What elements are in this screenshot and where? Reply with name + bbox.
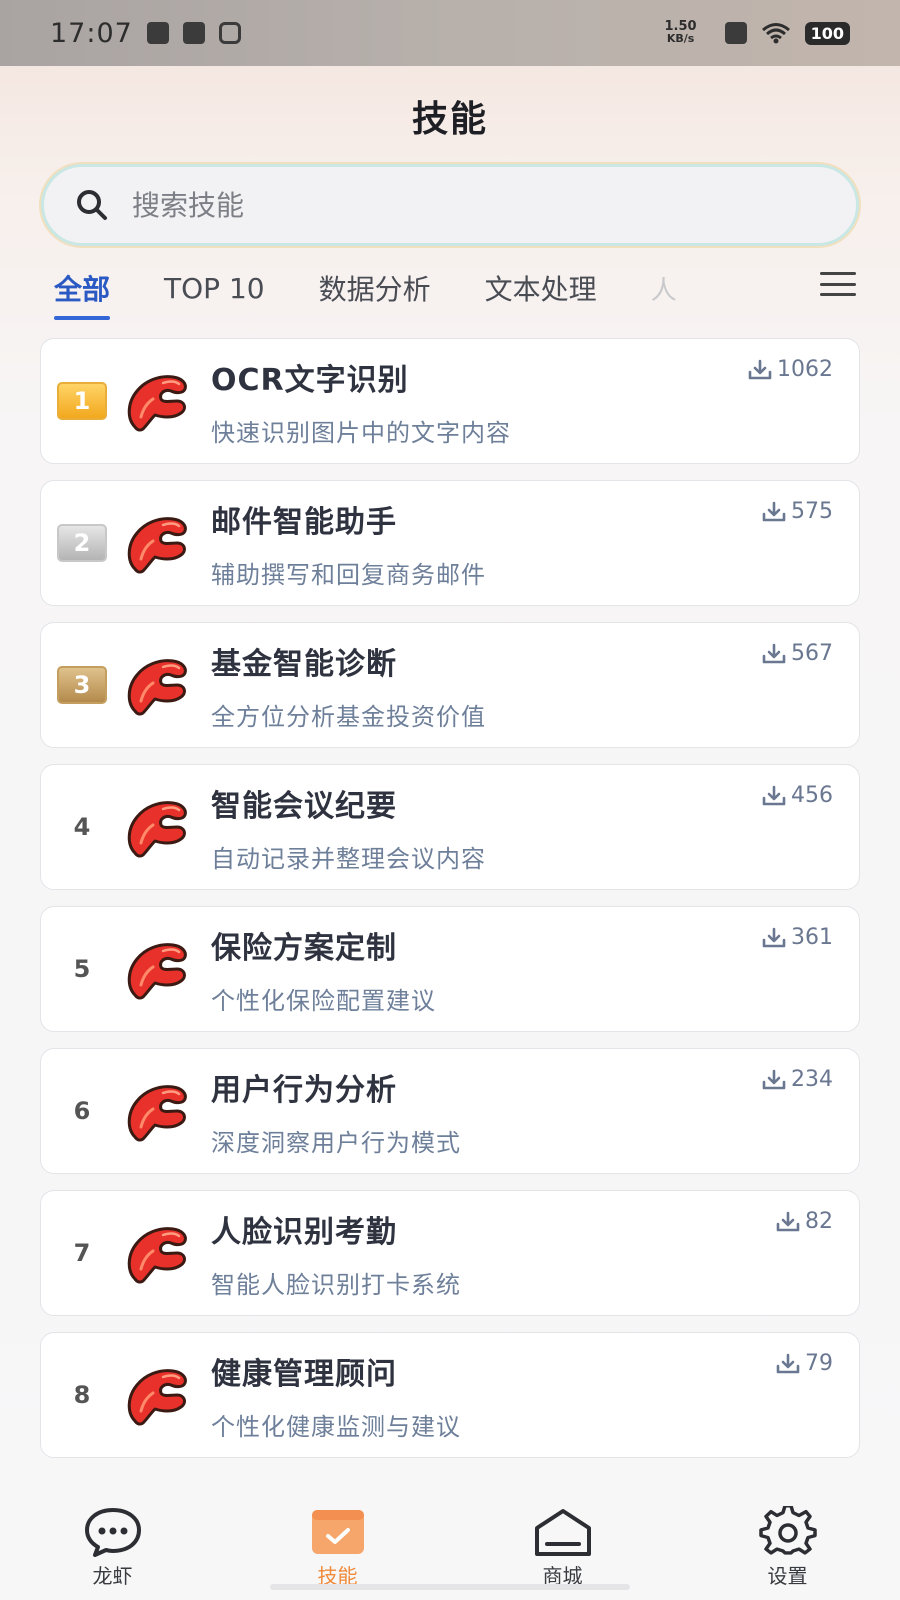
skill-card[interactable]: 6 用户行为分析 深度洞察用户行为模式 234	[40, 1048, 860, 1174]
skill-description: 个性化保险配置建议	[211, 986, 436, 1015]
download-icon	[762, 927, 786, 947]
rank-badge: 7	[73, 1239, 91, 1267]
chat-bubble-icon	[84, 1508, 141, 1557]
download-icon	[762, 501, 786, 521]
skill-description: 辅助撰写和回复商务邮件	[211, 560, 486, 589]
download-count-value: 1062	[777, 357, 833, 382]
skill-description: 全方位分析基金投资价值	[211, 702, 486, 731]
camera-icon	[218, 22, 241, 44]
skill-card[interactable]: 3 基金智能诊断 全方位分析基金投资价值 567	[40, 622, 860, 748]
rank-badge: 2	[57, 524, 107, 562]
status-bar: 17:07 1.50 KB/s 100	[0, 0, 900, 66]
download-count-value: 234	[791, 1067, 833, 1092]
tab-top10[interactable]: TOP 10	[164, 272, 265, 305]
tab-all[interactable]: 全部	[54, 268, 111, 320]
skill-card[interactable]: 4 智能会议纪要 自动记录并整理会议内容 456	[40, 764, 860, 890]
download-icon	[776, 1353, 800, 1373]
download-count-value: 575	[791, 499, 833, 524]
nav-item-settings[interactable]: 设置	[728, 1506, 848, 1589]
battery-indicator: 100	[804, 21, 850, 45]
notification-icon	[146, 22, 169, 44]
lobster-claw-icon	[127, 1085, 187, 1142]
download-count: 1062	[747, 357, 833, 382]
skill-description: 自动记录并整理会议内容	[211, 844, 486, 873]
download-count-value: 456	[791, 783, 833, 808]
lobster-claw-icon	[127, 659, 187, 716]
download-icon	[762, 643, 786, 663]
tab-data-analysis[interactable]: 数据分析	[319, 268, 431, 308]
bottom-nav: 龙虾 技能 商城 设置	[0, 1470, 900, 1600]
skills-card-icon	[311, 1510, 364, 1554]
skill-description: 个性化健康监测与建议	[211, 1412, 461, 1441]
lobster-claw-icon	[127, 1369, 187, 1426]
skill-title: 健康管理顾问	[211, 1356, 397, 1392]
download-count: 79	[775, 1351, 833, 1376]
rank-badge: 3	[57, 666, 107, 704]
skill-card[interactable]: 2 邮件智能助手 辅助撰写和回复商务邮件 575	[40, 480, 860, 606]
home-indicator	[270, 1584, 630, 1590]
skill-description: 深度洞察用户行为模式	[211, 1128, 461, 1157]
skill-card[interactable]: 1 OCR文字识别 快速识别图片中的文字内容 1062	[40, 338, 860, 464]
lobster-claw-icon	[127, 1227, 187, 1284]
lobster-claw-icon	[127, 517, 187, 574]
nav-item-longxia[interactable]: 龙虾	[53, 1506, 173, 1589]
rank-badge: 5	[73, 955, 91, 983]
rank-badge: 4	[73, 813, 91, 841]
download-count: 82	[775, 1209, 833, 1234]
nav-label: 龙虾	[92, 1564, 133, 1588]
rank-badge: 6	[73, 1097, 91, 1125]
search-icon	[77, 190, 107, 220]
skill-card[interactable]: 8 健康管理顾问 个性化健康监测与建议 79	[40, 1332, 860, 1458]
tabs-menu-button[interactable]	[820, 272, 856, 296]
sim-icon	[724, 22, 747, 44]
menu-line	[820, 272, 856, 275]
download-count-value: 82	[805, 1209, 833, 1234]
download-icon	[776, 1211, 800, 1231]
category-tabs: 全部 TOP 10 数据分析 文本处理 人	[54, 262, 854, 320]
search-bar[interactable]	[41, 164, 859, 246]
skill-description: 快速识别图片中的文字内容	[211, 418, 511, 447]
download-count: 361	[761, 925, 833, 950]
skill-card[interactable]: 7 人脸识别考勤 智能人脸识别打卡系统 82	[40, 1190, 860, 1316]
nav-item-skills[interactable]: 技能	[278, 1506, 398, 1589]
download-count: 575	[761, 499, 833, 524]
network-speed: 1.50 KB/s	[665, 20, 697, 45]
menu-line	[820, 293, 856, 296]
usb-icon	[182, 22, 205, 44]
nav-item-store[interactable]: 商城	[503, 1506, 623, 1589]
download-count-value: 361	[791, 925, 833, 950]
gear-icon	[758, 1506, 817, 1555]
lobster-claw-icon	[127, 375, 187, 432]
skill-text: 健康管理顾问 个性化健康监测与建议	[211, 1349, 859, 1442]
skill-list: 1 OCR文字识别 快速识别图片中的文字内容 1062 2 邮件智能助手 辅助撰…	[40, 338, 860, 1474]
skill-card[interactable]: 5 保险方案定制 个性化保险配置建议 361	[40, 906, 860, 1032]
page-title: 技能	[411, 99, 488, 140]
search-input[interactable]	[132, 188, 812, 222]
store-icon	[534, 1509, 591, 1556]
rank-badge: 1	[57, 382, 107, 420]
download-icon	[762, 785, 786, 805]
download-count: 567	[761, 641, 833, 666]
download-count: 234	[761, 1067, 833, 1092]
skill-description: 智能人脸识别打卡系统	[211, 1270, 461, 1299]
download-icon	[762, 1069, 786, 1089]
wifi-icon	[761, 23, 790, 44]
download-icon	[748, 359, 772, 379]
status-time: 17:07	[50, 17, 133, 49]
download-count: 456	[761, 783, 833, 808]
lobster-claw-icon	[127, 943, 187, 1000]
skill-text: 人脸识别考勤 智能人脸识别打卡系统	[211, 1207, 859, 1300]
lobster-claw-icon	[127, 801, 187, 858]
skill-title: 人脸识别考勤	[211, 1214, 397, 1250]
download-count-value: 79	[805, 1351, 833, 1376]
nav-label: 设置	[767, 1564, 808, 1588]
download-count-value: 567	[791, 641, 833, 666]
rank-badge: 8	[73, 1381, 91, 1409]
tab-partial[interactable]: 人	[651, 270, 677, 307]
tab-text-processing[interactable]: 文本处理	[485, 268, 597, 308]
menu-line	[820, 282, 856, 286]
network-speed-unit: KB/s	[666, 32, 695, 45]
